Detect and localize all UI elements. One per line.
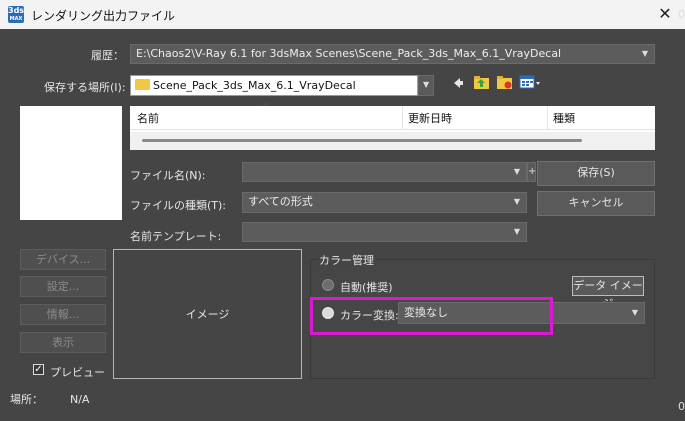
cancel-button[interactable]: キャンセル <box>537 191 655 216</box>
preview-label: プレビュー <box>50 366 105 379</box>
save-location-dropdown[interactable]: Scene_Pack_3ds_Max_6.1_VrayDecal <box>130 75 418 96</box>
view-button[interactable]: 表示 <box>20 332 106 353</box>
filename-combo[interactable]: ▼ <box>242 162 527 182</box>
new-folder-icon[interactable] <box>496 74 513 90</box>
color-management-title: カラー管理 <box>317 252 376 268</box>
save-location-label: 保存する場所(I): <box>44 81 126 94</box>
file-list-header: 名前 ^ 更新日時 種類 <box>130 101 655 130</box>
preview-checkbox[interactable]: ✓ <box>33 364 44 375</box>
info-button[interactable]: 情報... <box>20 304 106 325</box>
name-template-dropdown[interactable]: ▼ <box>242 222 527 242</box>
window-title: レンダリング出力ファイル <box>31 9 176 23</box>
column-name[interactable]: 名前 <box>137 110 159 126</box>
sort-indicator-icon: ^ <box>262 101 272 114</box>
auto-radio[interactable] <box>322 279 334 291</box>
folder-icon <box>135 79 150 90</box>
location-value: N/A <box>70 393 90 406</box>
filename-label: ファイル名(N): <box>130 169 206 182</box>
column-type[interactable]: 種類 <box>553 110 575 126</box>
history-value: E:\Chaos2\V-Ray 6.1 for 3dsMax Scenes\Sc… <box>136 47 562 60</box>
chevron-down-icon: ▼ <box>513 167 520 176</box>
file-type-dropdown[interactable]: すべての形式 ▼ <box>242 192 527 213</box>
column-divider[interactable] <box>547 106 548 130</box>
add-filename-button[interactable]: + <box>527 162 536 182</box>
app-icon-label: 3ds <box>8 6 25 15</box>
scrollbar-thumb[interactable] <box>142 139 582 142</box>
save-button[interactable]: 保存(S) <box>537 161 655 186</box>
preview-thumbnail <box>20 106 122 220</box>
devices-button[interactable]: デバイス... <box>20 249 106 270</box>
image-preview-box: イメージ <box>113 249 302 379</box>
location-label: 場所： <box>10 393 43 406</box>
name-template-label: 名前テンプレート: <box>130 230 222 243</box>
history-label: 履歴： <box>91 49 124 62</box>
close-button[interactable]: ✕ <box>651 3 679 25</box>
chevron-down-icon: ▼ <box>423 80 430 89</box>
history-dropdown[interactable]: E:\Chaos2\V-Ray 6.1 for 3dsMax Scenes\Sc… <box>130 44 655 64</box>
save-location-arrow[interactable]: ▼ <box>418 75 434 96</box>
file-type-label: ファイルの種類(T): <box>130 199 227 212</box>
edge-glyph-top: 0 <box>678 8 685 21</box>
view-menu-icon[interactable] <box>519 74 541 90</box>
column-modified[interactable]: 更新日時 <box>408 110 452 126</box>
file-type-value: すべての形式 <box>248 195 313 208</box>
settings-button[interactable]: 設定... <box>20 276 106 297</box>
auto-label: 自動(推奨) <box>340 281 393 294</box>
horizontal-scrollbar[interactable] <box>130 132 655 150</box>
chevron-down-icon: ▼ <box>513 227 520 236</box>
column-divider[interactable] <box>402 106 403 130</box>
chevron-down-icon: ▼ <box>631 308 638 317</box>
up-folder-icon[interactable] <box>473 74 490 90</box>
chevron-down-icon: ▼ <box>641 49 648 58</box>
image-label: イメージ <box>185 308 230 321</box>
data-image-button[interactable]: データ イメージ <box>572 276 644 310</box>
edge-glyph-bottom: 0 <box>678 400 685 413</box>
save-location-value: Scene_Pack_3ds_Max_6.1_VrayDecal <box>153 79 356 92</box>
highlight-annotation <box>310 297 553 335</box>
file-list[interactable]: 名前 ^ 更新日時 種類 <box>130 101 655 150</box>
app-icon: 3ds MAX <box>8 6 24 23</box>
title-bar: 3ds MAX レンダリング出力ファイル ✕ <box>0 0 685 29</box>
back-icon[interactable] <box>452 76 464 90</box>
app-icon-sub: MAX <box>9 16 23 22</box>
chevron-down-icon: ▼ <box>513 197 520 206</box>
